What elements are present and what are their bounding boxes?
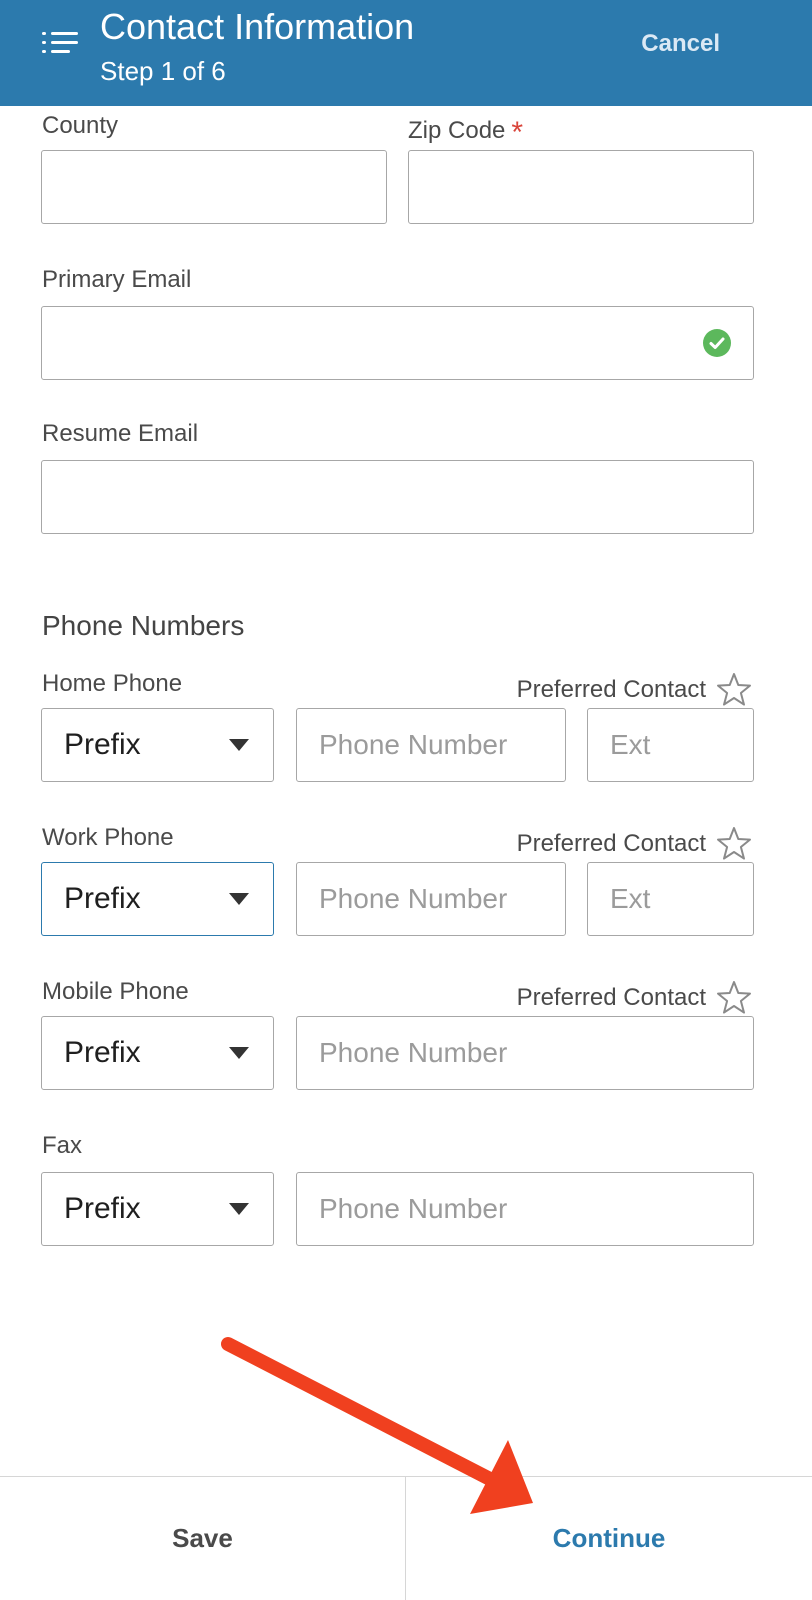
chevron-down-icon xyxy=(229,1203,249,1215)
phone-number-placeholder: Phone Number xyxy=(319,883,508,914)
phone-number-placeholder: Phone Number xyxy=(319,1193,508,1224)
primary-email-label: Primary Email xyxy=(42,266,192,293)
zip-code-input[interactable] xyxy=(408,150,754,224)
bottom-action-bar: Save Continue xyxy=(0,1476,812,1600)
star-icon[interactable] xyxy=(716,980,752,1016)
work-ext-input[interactable]: Ext xyxy=(587,862,754,936)
mobile-phone-label: Mobile Phone xyxy=(42,978,189,1005)
work-preferred-contact: Preferred Contact xyxy=(517,826,752,862)
prefix-value: Prefix xyxy=(64,882,141,915)
check-circle-icon xyxy=(703,329,731,357)
phone-number-placeholder: Phone Number xyxy=(319,729,508,760)
work-phone-number-input[interactable]: Phone Number xyxy=(296,862,566,936)
app-header: Contact Information Step 1 of 6 Cancel xyxy=(0,0,812,106)
star-icon[interactable] xyxy=(716,672,752,708)
preferred-contact-label: Preferred Contact xyxy=(516,984,706,1011)
mobile-preferred-contact: Preferred Contact xyxy=(517,980,752,1016)
home-ext-input[interactable]: Ext xyxy=(587,708,754,782)
save-button[interactable]: Save xyxy=(0,1477,406,1600)
work-phone-label: Work Phone xyxy=(42,824,174,851)
fax-prefix-select[interactable]: Prefix xyxy=(41,1172,274,1246)
cancel-button[interactable]: Cancel xyxy=(641,30,720,58)
prefix-value: Prefix xyxy=(64,1192,141,1225)
fax-number-input[interactable]: Phone Number xyxy=(296,1172,754,1246)
ext-placeholder: Ext xyxy=(610,729,651,760)
work-prefix-select[interactable]: Prefix xyxy=(41,862,274,936)
mobile-phone-number-input[interactable]: Phone Number xyxy=(296,1016,754,1090)
home-phone-number-input[interactable]: Phone Number xyxy=(296,708,566,782)
county-label: County xyxy=(42,112,119,139)
phone-number-placeholder: Phone Number xyxy=(319,1037,508,1068)
chevron-down-icon xyxy=(229,1047,249,1059)
home-preferred-contact: Preferred Contact xyxy=(517,672,752,708)
preferred-contact-label: Preferred Contact xyxy=(516,830,706,857)
step-indicator: Step 1 of 6 xyxy=(100,56,226,86)
zip-code-label: Zip Code * xyxy=(408,112,524,149)
prefix-value: Prefix xyxy=(64,1036,141,1069)
list-menu-icon[interactable] xyxy=(42,30,80,60)
primary-email-input[interactable] xyxy=(41,306,754,380)
prefix-value: Prefix xyxy=(64,728,141,761)
county-input[interactable] xyxy=(41,150,387,224)
chevron-down-icon xyxy=(229,893,249,905)
fax-label: Fax xyxy=(42,1132,83,1159)
page-title: Contact Information xyxy=(100,6,415,47)
ext-placeholder: Ext xyxy=(610,883,651,914)
annotation-arrow-icon xyxy=(221,1337,533,1514)
star-icon[interactable] xyxy=(716,826,752,862)
continue-button[interactable]: Continue xyxy=(406,1477,812,1600)
preferred-contact-label: Preferred Contact xyxy=(516,676,706,703)
zip-code-label-text: Zip Code xyxy=(408,117,506,144)
resume-email-input[interactable] xyxy=(41,460,754,534)
required-mark: * xyxy=(511,116,524,149)
home-phone-label: Home Phone xyxy=(42,670,183,697)
home-prefix-select[interactable]: Prefix xyxy=(41,708,274,782)
resume-email-label: Resume Email xyxy=(42,420,199,447)
phone-numbers-heading: Phone Numbers xyxy=(42,610,245,641)
chevron-down-icon xyxy=(229,739,249,751)
mobile-prefix-select[interactable]: Prefix xyxy=(41,1016,274,1090)
